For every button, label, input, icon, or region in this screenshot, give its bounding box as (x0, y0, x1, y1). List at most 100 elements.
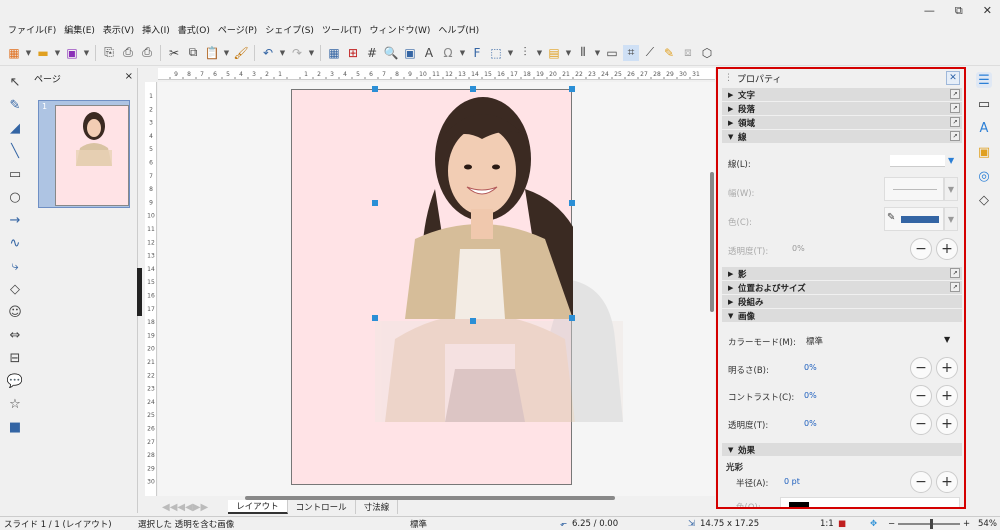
properties-deck-icon[interactable]: ☰ (976, 72, 992, 88)
minimize-icon[interactable]: — (924, 4, 935, 18)
dropdown-icon[interactable]: ▼ (83, 45, 90, 61)
menu-shape[interactable]: シェイプ(S) (261, 23, 318, 36)
more-options-icon[interactable]: ↗ (950, 89, 960, 99)
more-options-icon[interactable]: ↗ (950, 131, 960, 141)
menu-help[interactable]: ヘルプ(H) (434, 23, 483, 36)
section-image[interactable]: ▼ 画像 (722, 309, 962, 322)
restore-icon[interactable]: ⧉ (955, 4, 963, 18)
toggle-extrusion-icon[interactable]: ⧈ (680, 45, 696, 61)
section-shadow[interactable]: ▶ 影 ↗ (722, 267, 962, 280)
new-icon[interactable]: ▦ (6, 45, 22, 61)
dropdown-icon[interactable]: ▼ (944, 335, 950, 344)
snap-lines-icon[interactable]: # (364, 45, 380, 61)
stars-icon[interactable]: ☆ (7, 396, 23, 412)
dropdown-icon[interactable]: ▼ (25, 45, 32, 61)
menu-insert[interactable]: 挿入(I) (138, 23, 174, 36)
slide-transition-icon[interactable]: ▭ (976, 96, 992, 112)
special-char-icon[interactable]: Ω (440, 45, 456, 61)
resize-handle[interactable] (569, 315, 575, 321)
cut-icon[interactable]: ✂ (166, 45, 182, 61)
table-icon[interactable]: ▦ (326, 45, 342, 61)
document-modified-icon[interactable]: ■ (838, 519, 846, 529)
section-position-size[interactable]: ▶ 位置およびサイズ ↗ (722, 281, 962, 294)
styles-icon[interactable]: A (976, 120, 992, 136)
menu-view[interactable]: 表示(V) (99, 23, 138, 36)
block-arrows-icon[interactable]: ⇔ (7, 327, 23, 343)
distribute-icon[interactable]: ⫴ (575, 45, 591, 61)
contrast-minus-button[interactable]: − (910, 385, 932, 407)
plus-button[interactable]: + (936, 238, 958, 260)
transform-icon[interactable]: ⬚ (488, 45, 504, 61)
grid-icon[interactable]: ⊞ (345, 45, 361, 61)
dropdown-icon[interactable]: ▼ (459, 45, 466, 61)
shadow-icon[interactable]: ▭ (604, 45, 620, 61)
save-icon[interactable]: ▣ (64, 45, 80, 61)
dropdown-icon[interactable]: ▼ (944, 207, 958, 231)
glow-radius-plus-button[interactable]: + (936, 471, 958, 493)
section-area[interactable]: ▶ 領域 ↗ (722, 116, 962, 129)
shapes-deck-icon[interactable]: ◇ (976, 192, 992, 208)
dropdown-icon[interactable]: ▼ (594, 45, 601, 61)
crop-icon[interactable]: ⌗ (623, 44, 639, 61)
fontwork-icon[interactable]: F (469, 45, 485, 61)
glow-color-button[interactable] (780, 497, 960, 507)
color-mode-select[interactable]: 標準 (806, 335, 823, 347)
brightness-plus-button[interactable]: + (936, 357, 958, 379)
resize-handle[interactable] (569, 200, 575, 206)
points-icon[interactable]: ⟋ (642, 45, 658, 61)
glow-radius-value[interactable]: 0 pt (784, 477, 800, 486)
navigator-icon[interactable]: ◎ (976, 168, 992, 184)
line-color-button[interactable]: ✎ (884, 207, 944, 231)
vertical-scrollbar[interactable] (710, 172, 714, 312)
3d-objects-icon[interactable]: ■ (7, 419, 23, 435)
dropdown-icon[interactable]: ▼ (54, 45, 61, 61)
print-icon[interactable]: ⎙ (139, 45, 155, 61)
drag-grip-icon[interactable]: ⋮ (724, 73, 733, 83)
dropdown-icon[interactable]: ▼ (565, 45, 572, 61)
connector-icon[interactable]: ⤷ (7, 258, 23, 274)
callout-icon[interactable]: 💬 (7, 373, 23, 389)
resize-handle[interactable] (372, 86, 378, 92)
open-folder-icon[interactable]: ▬ (35, 45, 51, 61)
export-icon[interactable]: ⎘ (101, 45, 117, 61)
zoom-out-button[interactable]: − (888, 519, 895, 529)
copy-icon[interactable]: ⧉ (185, 45, 201, 61)
brightness-minus-button[interactable]: − (910, 357, 932, 379)
page-thumbnail[interactable]: 1 (38, 100, 130, 208)
resize-handle[interactable] (470, 86, 476, 92)
select-arrow-icon[interactable]: ↖ (7, 74, 23, 90)
clone-format-icon[interactable]: 🖌 (233, 45, 249, 61)
dropdown-icon[interactable]: ▼ (279, 45, 286, 61)
fit-page-icon[interactable]: ✥ (870, 519, 877, 529)
section-paragraph[interactable]: ▶ 段落 ↗ (722, 102, 962, 115)
undo-icon[interactable]: ↶ (260, 45, 276, 61)
arrow-line-icon[interactable]: → (7, 212, 23, 228)
menu-window[interactable]: ウィンドウ(W) (365, 23, 434, 36)
resize-handle[interactable] (372, 200, 378, 206)
contrast-plus-button[interactable]: + (936, 385, 958, 407)
menu-format[interactable]: 書式(O) (174, 23, 214, 36)
menu-page[interactable]: ページ(P) (214, 23, 261, 36)
more-options-icon[interactable]: ↗ (950, 282, 960, 292)
zoom-pan-icon[interactable]: 🔍 (383, 45, 399, 61)
fill-color-icon[interactable]: ◢ (7, 120, 23, 136)
dropdown-icon[interactable]: ▼ (223, 45, 230, 61)
pdf-icon[interactable]: ⎙ (120, 45, 136, 61)
section-effects[interactable]: ▼ 効果 (722, 443, 962, 456)
dropdown-icon[interactable]: ▼ (944, 177, 958, 201)
zoom-level[interactable]: 54% (978, 519, 997, 529)
panel-splitter[interactable] (137, 268, 142, 316)
dropdown-icon[interactable]: ▼ (536, 45, 543, 61)
resize-handle[interactable] (372, 315, 378, 321)
textbox-icon[interactable]: Ａ (421, 45, 437, 61)
section-line[interactable]: ▼ 線 ↗ (722, 130, 962, 143)
paste-icon[interactable]: 📋 (204, 45, 220, 61)
glue-points-icon[interactable]: ✎ (661, 45, 677, 61)
selected-image[interactable] (375, 89, 623, 422)
more-options-icon[interactable]: ↗ (950, 268, 960, 278)
dropdown-icon[interactable]: ▼ (948, 156, 954, 165)
resize-handle[interactable] (470, 318, 476, 324)
resize-handle[interactable] (569, 86, 575, 92)
tab-layout[interactable]: レイアウト (228, 500, 288, 514)
section-character[interactable]: ▶ 文字 ↗ (722, 88, 962, 101)
